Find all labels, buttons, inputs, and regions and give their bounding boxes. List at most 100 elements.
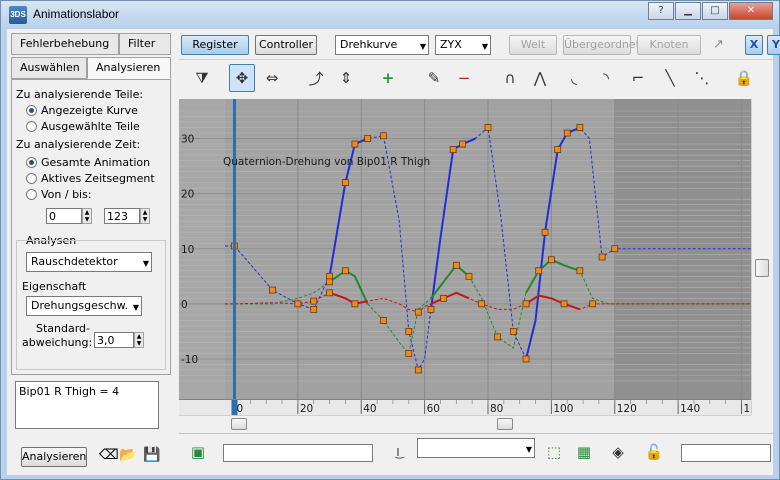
key-point[interactable] bbox=[554, 146, 562, 153]
eraser-icon[interactable]: ⌫ bbox=[99, 447, 119, 463]
key-value-field[interactable] bbox=[223, 444, 373, 462]
maximize-button[interactable]: □ bbox=[702, 2, 728, 20]
to-field[interactable] bbox=[104, 208, 140, 224]
key-point[interactable] bbox=[563, 129, 571, 137]
lock-tangents-icon[interactable]: 🔒 bbox=[731, 64, 757, 92]
key-point[interactable] bbox=[326, 289, 333, 297]
spinner-arrows-icon[interactable]: ▲ ▼ bbox=[134, 332, 144, 348]
key-point[interactable] bbox=[351, 300, 359, 308]
curve-chart[interactable]: 30 20 10 0 -10 Quaternion-Drehung von Bip01 … bbox=[179, 99, 751, 399]
axis-order-select[interactable]: ZYX ▼ bbox=[435, 35, 491, 55]
radio-active-segment[interactable]: Aktives Zeitsegment bbox=[26, 172, 155, 185]
key-point[interactable] bbox=[380, 317, 387, 324]
key-point[interactable] bbox=[522, 355, 530, 363]
key-point[interactable] bbox=[576, 124, 584, 131]
stddev-field[interactable] bbox=[94, 332, 134, 348]
key-point[interactable] bbox=[465, 272, 473, 280]
radio-whole-animation[interactable]: Gesamte Animation bbox=[26, 156, 150, 169]
key-point[interactable] bbox=[548, 256, 555, 264]
move-keys-icon[interactable]: ✥ bbox=[229, 64, 255, 92]
key-point[interactable] bbox=[484, 124, 492, 131]
key-point[interactable] bbox=[535, 267, 543, 275]
key-point[interactable] bbox=[452, 261, 460, 269]
snap-filter-icon[interactable]: ◈ bbox=[605, 438, 631, 466]
key-point[interactable] bbox=[589, 300, 596, 308]
key-point[interactable] bbox=[598, 253, 606, 261]
key-point[interactable] bbox=[494, 333, 501, 341]
key-point[interactable] bbox=[440, 294, 447, 302]
key-point[interactable] bbox=[541, 228, 549, 236]
tangent-auto-icon[interactable]: ∩ bbox=[497, 64, 523, 92]
time-slider-handle[interactable] bbox=[231, 400, 238, 416]
save-icon[interactable]: 💾 bbox=[143, 447, 160, 463]
x-axis-button[interactable]: X bbox=[745, 35, 763, 55]
y-axis-button[interactable]: Y bbox=[767, 35, 780, 55]
tab-filter[interactable]: Filter bbox=[119, 33, 171, 55]
key-point[interactable] bbox=[342, 267, 349, 275]
key-point[interactable] bbox=[611, 245, 619, 253]
key-point[interactable] bbox=[459, 140, 467, 148]
key-point[interactable] bbox=[560, 300, 568, 308]
key-point[interactable] bbox=[310, 306, 318, 313]
add-key-icon[interactable]: + bbox=[375, 64, 401, 92]
close-button[interactable]: ✕ bbox=[729, 2, 773, 20]
lock-filter-icon[interactable]: 🔓 bbox=[641, 438, 667, 466]
property-select[interactable]: Drehungsgeschw. ▼ bbox=[26, 296, 142, 316]
title-bar[interactable]: 3DS Animationslabor ? ▁ □ ✕ bbox=[1, 1, 779, 29]
horizontal-scrollbar[interactable] bbox=[179, 415, 751, 431]
arrow-up-right-icon[interactable]: ↗ bbox=[713, 37, 724, 52]
register-button[interactable]: Register bbox=[181, 35, 249, 55]
radio-shown-curve[interactable]: Angezeigte Kurve bbox=[26, 104, 138, 117]
key-point[interactable] bbox=[405, 328, 413, 335]
key-point[interactable] bbox=[364, 135, 371, 142]
curve-graph[interactable]: 30 20 10 0 -10 Quaternion-Drehung von Bip01 … bbox=[179, 99, 751, 399]
world-button[interactable]: Welt bbox=[509, 35, 557, 55]
text-cursor-icon[interactable]: I͜ bbox=[385, 438, 411, 466]
key-point[interactable] bbox=[342, 179, 349, 186]
scale-values-icon[interactable]: ⇕ bbox=[333, 64, 359, 92]
value-field[interactable] bbox=[681, 444, 771, 462]
radio-selected-parts[interactable]: Ausgewählte Teile bbox=[26, 120, 140, 133]
to-stepper[interactable]: ▲▼ bbox=[104, 208, 150, 224]
key-point[interactable] bbox=[449, 146, 457, 153]
key-point[interactable] bbox=[576, 267, 584, 275]
tangent-step-icon[interactable]: ⌐ bbox=[625, 64, 651, 92]
spinner-arrows-icon[interactable]: ▲ ▼ bbox=[140, 208, 150, 224]
key-point[interactable] bbox=[294, 300, 302, 308]
tangent-slow-icon[interactable]: ◝ bbox=[593, 64, 619, 92]
key-select[interactable]: ▼ bbox=[417, 438, 535, 458]
from-field[interactable] bbox=[46, 208, 82, 224]
key-point[interactable] bbox=[522, 300, 530, 308]
zoom-cube-icon[interactable]: ▣ bbox=[185, 438, 211, 466]
scroll-thumb-right[interactable] bbox=[497, 418, 513, 430]
key-point[interactable] bbox=[414, 366, 422, 374]
tab-auswaehlen[interactable]: Auswählen bbox=[11, 57, 87, 79]
draw-curve-icon[interactable]: ✎ bbox=[421, 64, 447, 92]
help-button[interactable]: ? bbox=[648, 2, 674, 20]
analyze-button[interactable]: Analysieren bbox=[21, 447, 87, 467]
key-point[interactable] bbox=[427, 306, 435, 313]
key-point[interactable] bbox=[326, 272, 333, 280]
tangent-fast-icon[interactable]: ◟ bbox=[561, 64, 587, 92]
vertical-scrollbar[interactable] bbox=[751, 99, 773, 415]
time-ruler-svg[interactable]: 0 20 40 60 80 100 120 140 160 bbox=[179, 400, 764, 416]
key-point[interactable] bbox=[269, 286, 276, 294]
key-point[interactable] bbox=[478, 300, 486, 308]
tab-fehlerbehebung[interactable]: Fehlerbehebung bbox=[11, 33, 119, 55]
time-ruler[interactable]: 0 20 40 60 80 100 120 140 160 bbox=[179, 399, 764, 416]
select-keys-filter-icon[interactable]: ▦ bbox=[571, 438, 597, 466]
key-point[interactable] bbox=[414, 308, 422, 316]
folder-open-icon[interactable]: 📂 bbox=[119, 447, 136, 463]
key-point[interactable] bbox=[351, 140, 359, 148]
scroll-thumb-left[interactable] bbox=[231, 418, 247, 430]
from-stepper[interactable]: ▲▼ bbox=[46, 208, 92, 224]
parent-button[interactable]: Übergeordnet bbox=[563, 35, 640, 55]
controller-button[interactable]: Controller bbox=[255, 35, 317, 55]
result-box[interactable]: Bip01 R Thigh = 4 bbox=[15, 381, 159, 429]
key-point[interactable] bbox=[310, 297, 318, 305]
vertical-scroll-thumb[interactable] bbox=[755, 259, 769, 277]
analysis-select[interactable]: Rauschdetektor ▼ bbox=[26, 252, 152, 272]
minimize-button[interactable]: ▁ bbox=[675, 2, 701, 20]
nodes-button[interactable]: Knoten bbox=[637, 35, 701, 55]
key-point[interactable] bbox=[326, 278, 333, 286]
